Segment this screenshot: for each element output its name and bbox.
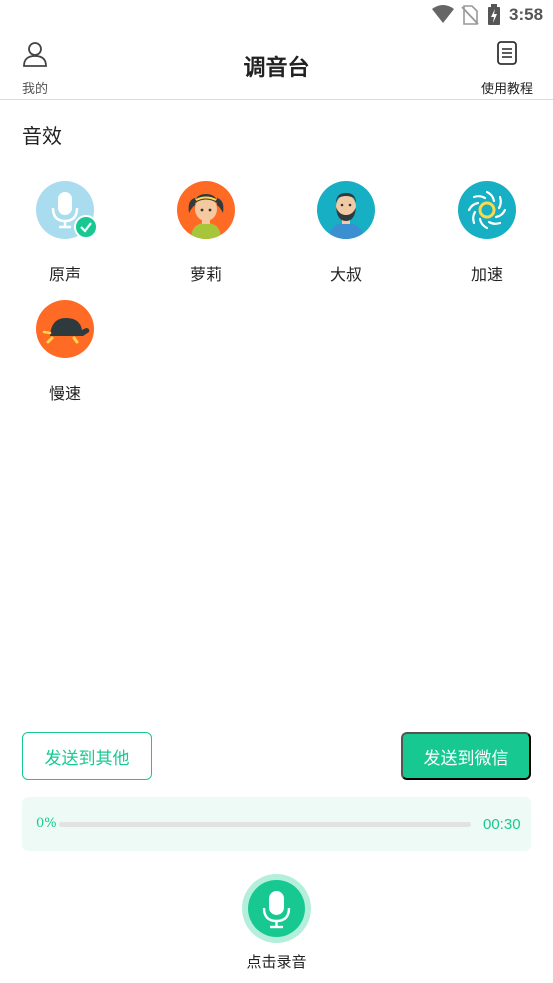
battery-charging-icon <box>488 4 500 25</box>
page-title: 调音台 <box>243 56 310 81</box>
record-button[interactable] <box>242 874 311 943</box>
record-button-inner <box>248 880 305 937</box>
effect-girl[interactable]: 萝莉 <box>161 181 251 291</box>
effect-girl-avatar <box>177 181 235 239</box>
no-sim-icon <box>461 5 479 25</box>
status-bar: 3:58 <box>0 0 553 32</box>
effect-uncle-avatar <box>317 181 375 239</box>
turtle-icon <box>42 318 90 344</box>
girl-avatar-icon <box>188 194 224 239</box>
wifi-icon <box>432 5 454 23</box>
app-header: 我的 调音台 使用教程 <box>0 32 553 100</box>
effect-label: 萝莉 <box>189 265 222 284</box>
user-icon <box>23 42 47 67</box>
speed-swirl-icon <box>467 190 507 230</box>
effect-label: 慢速 <box>48 384 81 403</box>
progress-track <box>59 822 471 827</box>
bearded-man-avatar-icon <box>329 193 363 239</box>
effect-slow-down[interactable]: 慢速 <box>20 300 110 410</box>
microphone-icon <box>262 891 291 929</box>
effect-uncle[interactable]: 大叔 <box>301 181 391 291</box>
effect-label: 大叔 <box>329 265 362 284</box>
recording-duration: 00:30 <box>483 816 521 833</box>
section-title: 音效 <box>22 124 62 148</box>
send-to-other-button[interactable]: 发送到其他 <box>22 732 152 780</box>
selected-check-icon <box>74 215 98 239</box>
clock-time: 3:58 <box>509 5 544 24</box>
tutorial-button[interactable]: 使用教程 <box>474 40 540 97</box>
effect-original[interactable]: 原声 <box>20 181 110 291</box>
effect-speed-up[interactable]: 加速 <box>442 181 532 291</box>
progress-percent: 0% <box>36 816 57 831</box>
recording-progress-panel: 0% 00:30 <box>22 797 531 851</box>
effect-speed-up-avatar <box>458 181 516 239</box>
effect-slow-down-avatar <box>36 300 94 358</box>
my-profile-label: 我的 <box>21 82 48 97</box>
send-to-wechat-button[interactable]: 发送到微信 <box>401 732 531 780</box>
tutorial-label: 使用教程 <box>480 82 533 97</box>
effect-label: 原声 <box>48 265 81 284</box>
effect-label: 加速 <box>470 265 503 284</box>
document-icon <box>497 41 517 65</box>
my-profile-button[interactable]: 我的 <box>12 40 58 97</box>
record-label: 点击录音 <box>246 953 307 971</box>
